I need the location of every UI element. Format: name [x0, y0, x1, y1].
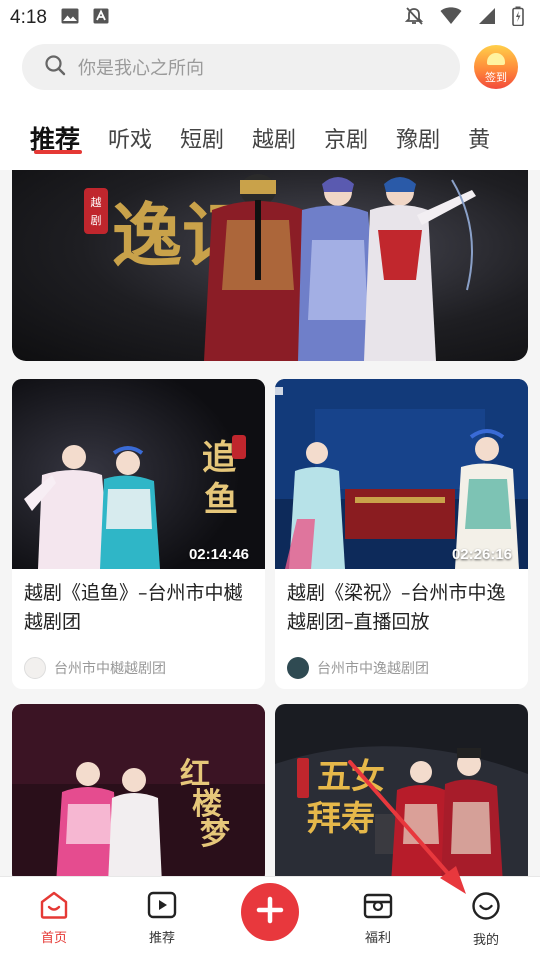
thumbnail-art: 五女 拜寿 — [275, 704, 528, 884]
video-author[interactable]: 台州市中樾越剧团 — [12, 641, 265, 685]
home-icon — [39, 891, 69, 923]
battery-icon — [512, 6, 524, 30]
thumbnail-art — [275, 379, 528, 569]
bottom-navigation: 首页 推荐 福利 我的 — [0, 876, 540, 960]
search-icon — [44, 54, 66, 80]
play-icon — [147, 891, 177, 923]
profile-icon — [471, 891, 501, 925]
thumbnail-art: 红 楼 梦 — [12, 704, 265, 884]
featured-banner[interactable]: 逸记 越 剧 — [12, 170, 528, 361]
create-button[interactable] — [241, 883, 299, 941]
thumbnail-title-line2: 鱼 — [204, 480, 238, 520]
gift-icon — [363, 891, 393, 923]
video-duration: 02:14:46 — [188, 546, 249, 563]
banner-badge-line2: 剧 — [91, 214, 102, 227]
nav-home[interactable]: 首页 — [24, 891, 84, 946]
header: 你是我心之所向 签到 推荐 听戏 短剧 越剧 京剧 豫剧 黄 — [0, 36, 540, 170]
video-card[interactable]: 红 楼 梦 — [12, 704, 265, 884]
video-duration: 02:26:16 — [451, 546, 512, 563]
nav-profile-label: 我的 — [472, 933, 499, 948]
signin-button[interactable]: 签到 — [474, 45, 518, 89]
wifi-icon — [440, 7, 462, 29]
signin-label: 签到 — [485, 71, 507, 84]
tab-peking-opera[interactable]: 京剧 — [324, 122, 368, 154]
video-card[interactable]: 五女 拜寿 — [275, 704, 528, 884]
tab-listen[interactable]: 听戏 — [108, 122, 152, 154]
search-bar[interactable]: 你是我心之所向 — [22, 44, 460, 90]
video-card[interactable]: 02:26:16 越剧《梁祝》–台州市中逸越剧团–直播回放 台州市中逸越剧团 — [275, 379, 528, 689]
video-thumbnail[interactable]: 追 鱼 02:14:46 — [12, 379, 265, 569]
video-card[interactable]: 追 鱼 02:14:46 越剧《追鱼》–台州市中樾越剧团 台州市中樾越剧团 — [12, 379, 265, 689]
status-bar: 4:18 — [0, 0, 540, 36]
banner-badge-bg — [84, 188, 108, 234]
thumbnail-title-line2: 拜寿 — [307, 799, 375, 839]
active-tab-indicator — [34, 150, 82, 154]
status-time: 4:18 — [10, 7, 47, 28]
avatar — [24, 657, 46, 679]
mute-icon — [404, 6, 424, 30]
tab-yue-opera[interactable]: 越剧 — [252, 122, 296, 154]
banner-artwork: 逸记 越 剧 — [84, 174, 476, 361]
video-title[interactable]: 越剧《追鱼》–台州市中樾越剧团 — [12, 569, 265, 641]
sun-icon — [487, 53, 505, 65]
category-tabs: 推荐 听戏 短剧 越剧 京剧 豫剧 黄 — [0, 114, 540, 162]
thumbnail-title-line1: 五女 — [317, 757, 385, 797]
nav-profile[interactable]: 我的 — [456, 891, 516, 948]
thumbnail-title-line1: 追 — [202, 438, 236, 478]
nav-recommend[interactable]: 推荐 — [132, 891, 192, 946]
thumbnail-art: 追 鱼 — [12, 379, 265, 569]
author-name: 台州市中逸越剧团 — [317, 661, 429, 677]
avatar — [287, 657, 309, 679]
plus-icon — [255, 895, 285, 929]
image-notification-icon — [61, 8, 79, 28]
banner-badge-line1: 越 — [91, 195, 102, 209]
text-notification-icon — [93, 8, 109, 28]
tab-short-drama[interactable]: 短剧 — [180, 122, 224, 154]
nav-benefits[interactable]: 福利 — [348, 891, 408, 946]
performer-white-red — [364, 177, 476, 361]
video-thumbnail[interactable]: 五女 拜寿 — [275, 704, 528, 884]
thumbnail-title-line3: 梦 — [200, 817, 230, 852]
tab-huangmei-opera[interactable]: 黄 — [468, 122, 490, 154]
tab-yu-opera[interactable]: 豫剧 — [396, 122, 440, 154]
nav-recommend-label: 推荐 — [148, 931, 175, 946]
signal-icon — [478, 7, 496, 29]
nav-benefits-label: 福利 — [364, 931, 391, 946]
video-thumbnail[interactable]: 02:26:16 — [275, 379, 528, 569]
author-name: 台州市中樾越剧团 — [54, 661, 166, 677]
nav-home-label: 首页 — [40, 931, 67, 946]
search-placeholder: 你是我心之所向 — [78, 58, 204, 79]
video-thumbnail[interactable]: 红 楼 梦 — [12, 704, 265, 884]
video-author[interactable]: 台州市中逸越剧团 — [275, 641, 528, 685]
video-title[interactable]: 越剧《梁祝》–台州市中逸越剧团–直播回放 — [275, 569, 528, 641]
